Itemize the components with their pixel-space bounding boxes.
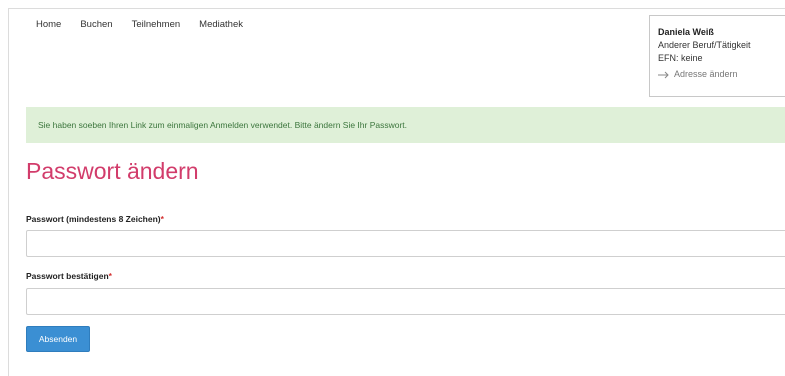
change-address-link[interactable]: Adresse ändern: [658, 68, 785, 81]
nav-item-mediathek[interactable]: Mediathek: [199, 19, 243, 30]
nav-item-buchen[interactable]: Buchen: [80, 19, 112, 30]
required-marker: *: [160, 214, 164, 224]
confirm-password-input[interactable]: [26, 288, 785, 315]
password-input[interactable]: [26, 230, 785, 257]
user-efn: EFN: keine: [658, 53, 703, 63]
nav-item-teilnehmen[interactable]: Teilnehmen: [132, 19, 181, 30]
user-name: Daniela Weiß: [658, 27, 714, 37]
success-alert: Sie haben soeben Ihren Link zum einmalig…: [26, 107, 785, 143]
change-address-label: Adresse ändern: [674, 69, 738, 79]
password-label-text: Passwort (mindestens 8 Zeichen): [26, 214, 161, 224]
password-label: Passwort (mindestens 8 Zeichen)*: [26, 214, 164, 224]
confirm-password-label: Passwort bestätigen*: [26, 271, 112, 281]
required-marker: *: [108, 271, 112, 281]
nav-item-home[interactable]: Home: [36, 19, 61, 30]
arrow-right-icon: [658, 71, 669, 78]
alert-message: Sie haben soeben Ihren Link zum einmalig…: [38, 120, 408, 130]
main-nav: Home Buchen Teilnehmen Mediathek: [36, 19, 243, 30]
user-info-box: Daniela Weiß Anderer Beruf/Tätigkeit EFN…: [649, 15, 785, 97]
user-profession: Anderer Beruf/Tätigkeit: [658, 40, 751, 50]
confirm-label-text: Passwort bestätigen: [26, 271, 109, 281]
page-title: Passwort ändern: [26, 158, 199, 184]
submit-button[interactable]: Absenden: [26, 326, 90, 352]
